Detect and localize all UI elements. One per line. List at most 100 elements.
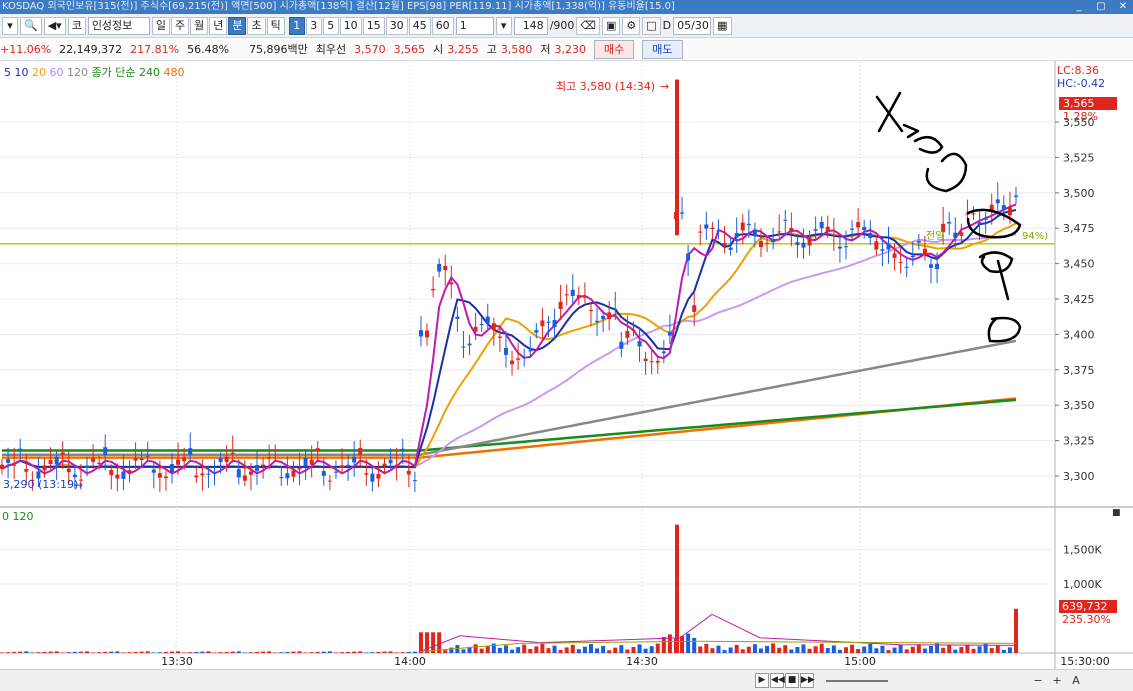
scroll-button-0[interactable]: ▶ xyxy=(755,673,769,688)
candle-body xyxy=(534,330,539,333)
buy-button[interactable]: 매수 xyxy=(594,39,635,59)
legend-item-2: 20 xyxy=(32,66,50,79)
volume-bar xyxy=(765,645,770,653)
candle-body xyxy=(370,473,375,482)
low-label: 저 xyxy=(540,43,551,56)
count-input[interactable]: 1 xyxy=(455,16,494,35)
scroll-track[interactable] xyxy=(826,680,888,682)
volume-bar xyxy=(388,651,393,653)
interval-button-30[interactable]: 30 xyxy=(385,16,408,35)
display-count[interactable]: 148 xyxy=(513,16,548,35)
candle-body xyxy=(425,330,430,338)
date-input[interactable]: 05/30 xyxy=(673,16,712,35)
volume-bar xyxy=(279,652,284,653)
period-button-1[interactable]: 주 xyxy=(170,16,190,35)
volume-bar xyxy=(734,644,739,653)
candle-body xyxy=(819,221,824,229)
zoom-button-2[interactable]: A xyxy=(1068,673,1084,688)
last-volume: 639,732 xyxy=(1062,600,1108,613)
interval-button-15[interactable]: 15 xyxy=(362,16,385,35)
candle-body xyxy=(66,468,71,473)
candle-body xyxy=(661,351,666,354)
period-button-6[interactable]: 틱 xyxy=(266,16,285,35)
candle-body xyxy=(176,459,181,465)
window-title-bar: KOSDAQ 외국인보유[315(전)] 주식수[69,215(전)] 액면[5… xyxy=(0,0,1133,14)
settings-icon[interactable]: ⚙ xyxy=(622,16,641,35)
volume-bar xyxy=(497,647,502,653)
stock-name-field[interactable]: 인성정보 xyxy=(87,16,150,35)
period-button-3[interactable]: 년 xyxy=(209,16,228,35)
sound-icon[interactable]: ◀▾ xyxy=(43,16,66,35)
date-checkbox[interactable]: □ xyxy=(642,16,661,35)
candle-body xyxy=(200,473,205,476)
panel-collapse-icon[interactable]: ■ xyxy=(1112,508,1121,518)
volume-bar xyxy=(285,651,290,653)
zoom-button-1[interactable]: + xyxy=(1049,673,1065,688)
price-chart[interactable]: 3,300 3,325 3,350 3,375 3,400 3,425 3,450 3,475… xyxy=(0,61,1133,669)
period-button-2[interactable]: 월 xyxy=(190,16,209,35)
restore-icon[interactable]: ▢ xyxy=(1095,0,1107,14)
candle-body xyxy=(801,242,806,248)
volume-bar xyxy=(121,652,126,653)
priority-label: 최우선 xyxy=(315,43,347,56)
volume-bar xyxy=(625,649,630,653)
scroll-button-3[interactable]: ▶▶ xyxy=(800,673,815,688)
volume-bar xyxy=(904,649,909,653)
minimize-icon[interactable]: _ xyxy=(1073,0,1085,14)
volume-bar xyxy=(704,643,709,653)
volume-bar xyxy=(825,648,830,653)
candle-body xyxy=(813,229,818,231)
interval-button-5[interactable]: 5 xyxy=(322,16,339,35)
candle-body xyxy=(60,452,65,455)
volume-bar xyxy=(613,647,618,653)
interval-button-45[interactable]: 45 xyxy=(408,16,431,35)
count-dropdown-icon[interactable]: ▾ xyxy=(495,16,512,35)
legend-item-0: 5 xyxy=(4,66,15,79)
close-icon[interactable]: ✕ xyxy=(1117,0,1129,14)
candle-body xyxy=(218,458,223,463)
volume-bar xyxy=(321,651,326,653)
candle-body xyxy=(686,253,691,261)
time-tick-label: 14:00 xyxy=(394,655,426,668)
code-prefix[interactable]: 코 xyxy=(67,16,86,35)
candle-body xyxy=(692,305,697,312)
volume-bar xyxy=(182,652,187,653)
period-button-4[interactable]: 분 xyxy=(228,16,247,35)
period-button-5[interactable]: 초 xyxy=(247,16,266,35)
save-icon[interactable]: ▣ xyxy=(601,16,621,35)
interval-button-3[interactable]: 3 xyxy=(305,16,322,35)
volume-bar xyxy=(783,645,788,653)
low-price: 3,230 xyxy=(554,42,587,56)
candle-body xyxy=(576,295,581,298)
candle-body xyxy=(97,462,102,465)
volume-bar xyxy=(771,643,776,653)
candle-body xyxy=(0,464,4,469)
zoom-button-0[interactable]: − xyxy=(1030,673,1046,688)
candle-body xyxy=(1007,207,1012,216)
candle-body xyxy=(746,223,751,226)
open-price: 3,255 xyxy=(447,42,479,56)
volume-bar xyxy=(36,652,41,653)
clear-icon[interactable]: ⌫ xyxy=(576,16,600,35)
volume-bar xyxy=(327,651,332,653)
dropdown-arrow-icon[interactable]: ▾ xyxy=(2,16,18,35)
scroll-button-1[interactable]: ◀◀ xyxy=(770,673,785,688)
volume-bar xyxy=(728,647,733,653)
candle-body xyxy=(740,222,745,231)
high-price: 3,580 xyxy=(500,42,533,56)
period-button-0[interactable]: 일 xyxy=(151,16,170,35)
volume-bar xyxy=(267,651,272,653)
candle-body xyxy=(443,265,448,271)
interval-button-60[interactable]: 60 xyxy=(431,16,454,35)
scroll-button-2[interactable]: ■ xyxy=(785,673,799,688)
calendar-icon[interactable]: ▦ xyxy=(713,16,732,35)
candle-body xyxy=(655,360,660,363)
candle-body xyxy=(752,229,757,237)
volume-bar xyxy=(30,652,35,653)
volume-bar xyxy=(850,644,855,653)
search-icon[interactable]: 🔍 xyxy=(20,16,42,35)
candle-body xyxy=(479,324,484,326)
interval-button-1[interactable]: 1 xyxy=(288,16,305,35)
sell-button[interactable]: 매도 xyxy=(642,39,683,59)
interval-button-10[interactable]: 10 xyxy=(339,16,362,35)
